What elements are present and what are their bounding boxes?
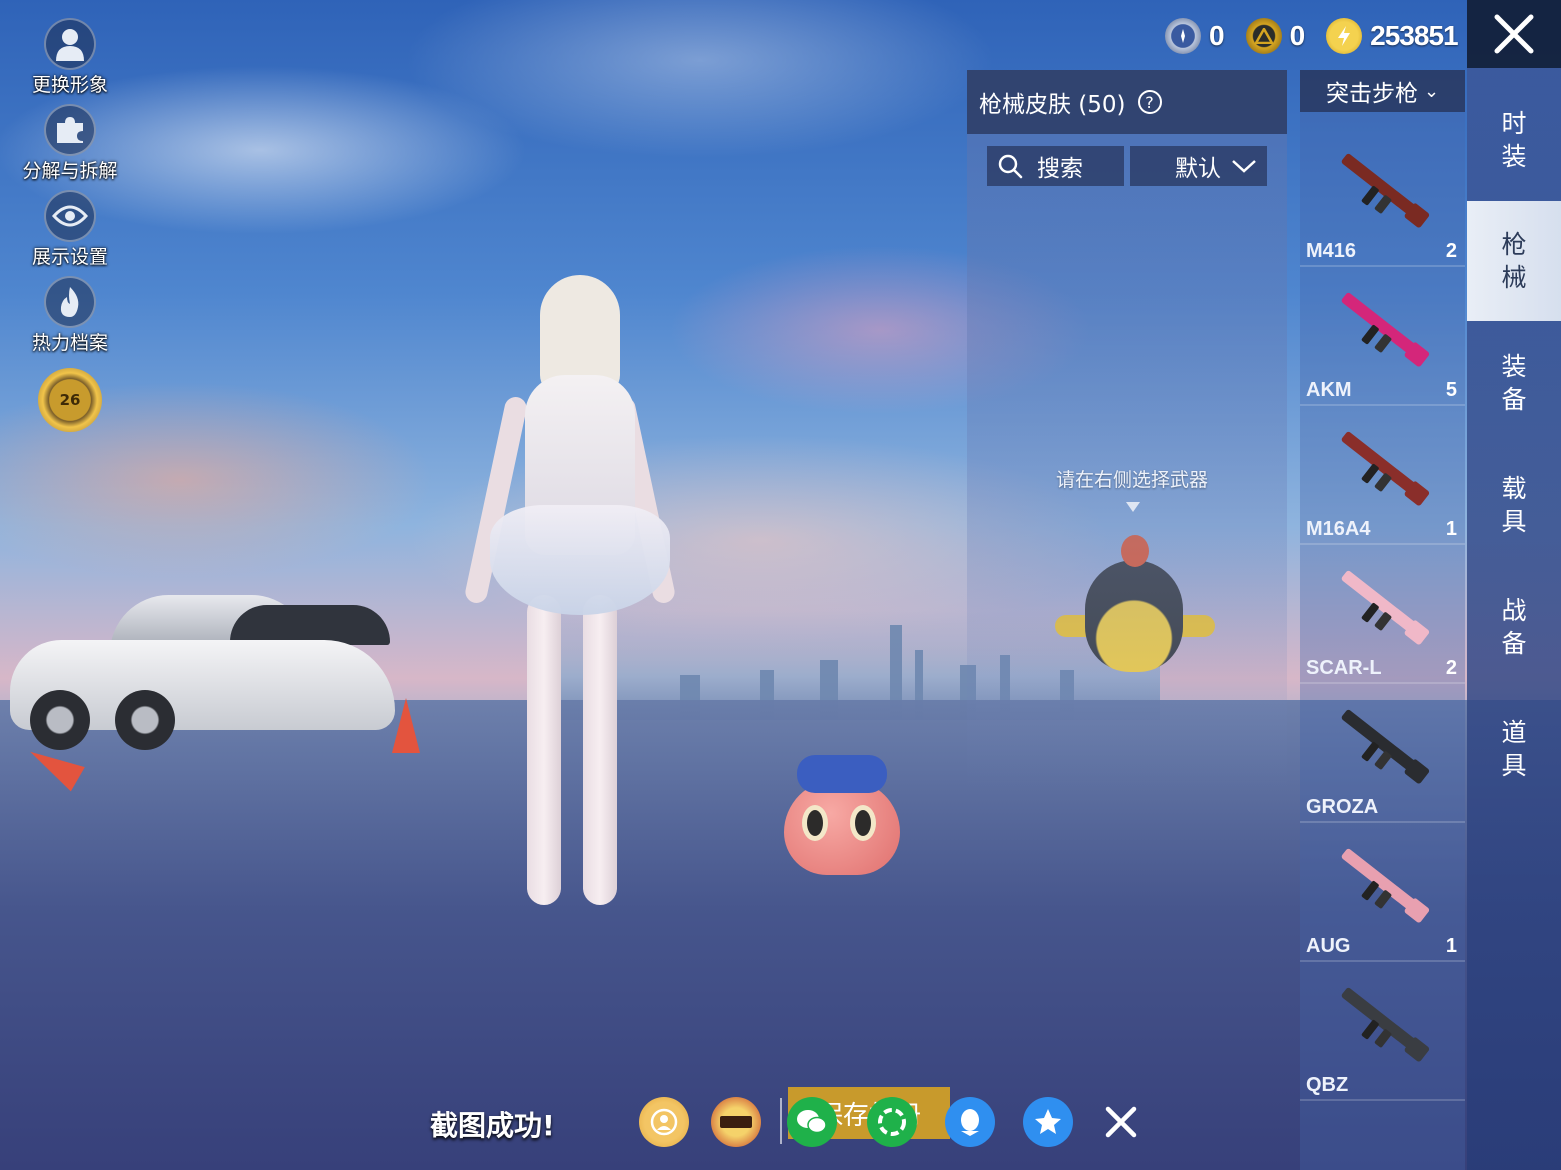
weapon-item[interactable]: QBZ (1300, 966, 1465, 1101)
panel-title: 枪械皮肤 (50) (979, 92, 1126, 118)
heping-friends-icon[interactable] (639, 1097, 689, 1147)
select-weapon-hint: 请在右侧选择武器 (1055, 469, 1208, 491)
weapon-image (1341, 709, 1430, 784)
weapon-image (1341, 987, 1430, 1062)
search-label: 搜索 (1037, 156, 1083, 182)
chevron-down-icon (1232, 160, 1256, 173)
wechat-icon[interactable] (787, 1097, 837, 1147)
display-settings-button[interactable]: 展示设置 (20, 190, 120, 270)
search-button[interactable]: 搜索 (987, 146, 1124, 186)
share-divider (780, 1098, 782, 1144)
lightning-coin-value: 253851 (1370, 20, 1458, 51)
close-icon (1105, 1106, 1137, 1138)
share-close-button[interactable] (1096, 1097, 1146, 1147)
panel-header: 枪械皮肤 (50) ? (967, 70, 1287, 134)
weapon-skin-panel: 枪械皮肤 (50) ? 搜索 默认 请在右侧选择武器 (967, 70, 1287, 790)
lightning-coin-icon (1326, 18, 1363, 54)
weapon-skin-count: 2 (1445, 657, 1457, 679)
weapon-item[interactable]: M16A4 1 (1300, 410, 1465, 545)
coupon-icon (1165, 18, 1201, 54)
heat-profile-button[interactable]: 热力档案 (20, 276, 120, 356)
weapon-image (1341, 570, 1430, 645)
weapon-name: M416 (1306, 240, 1357, 262)
currency-token[interactable]: 0 (1245, 18, 1306, 54)
currency-coupon[interactable]: 0 (1165, 18, 1225, 54)
weapon-list: 突击步枪 ⌄ M416 2 AKM 5 M16A4 1 SCAR-L 2 GROZA AUG 1 QB… (1300, 70, 1465, 1170)
tab-vehicles[interactable]: 载具 (1467, 445, 1561, 565)
weapon-item[interactable]: M416 2 (1300, 132, 1465, 267)
weapon-item[interactable]: SCAR-L 2 (1300, 549, 1465, 684)
weapon-name: M16A4 (1306, 518, 1371, 540)
weapon-item[interactable]: AKM 5 (1300, 271, 1465, 406)
game-logo-icon[interactable] (711, 1097, 761, 1147)
rank-level-text: 26 (59, 391, 81, 409)
player-character (455, 275, 685, 915)
weapon-skin-count: 5 (1445, 379, 1457, 401)
tab-items[interactable]: 道具 (1467, 689, 1561, 809)
sort-label: 默认 (1175, 156, 1221, 182)
close-button[interactable] (1467, 0, 1561, 68)
tab-fashion[interactable]: 时装 (1467, 80, 1561, 200)
qzone-icon[interactable] (1023, 1097, 1073, 1147)
weapon-name: AUG (1306, 935, 1351, 957)
weapon-name: GROZA (1306, 796, 1379, 818)
tab-firearms[interactable]: 枪械 (1467, 201, 1561, 321)
decompose-button[interactable]: 分解与拆解 (20, 104, 120, 184)
weapon-skin-count: 2 (1445, 240, 1457, 262)
tab-equipment[interactable]: 装备 (1467, 323, 1561, 443)
flame-icon (44, 276, 96, 328)
category-tabs: 时装 枪械 装备 载具 战备 道具 (1467, 68, 1561, 1170)
weapon-image (1341, 848, 1430, 923)
weapon-name: SCAR-L (1306, 657, 1382, 679)
octopus-pet (772, 755, 912, 895)
sort-dropdown[interactable]: 默认 (1130, 146, 1267, 186)
weapon-skin-count: 1 (1445, 935, 1457, 957)
weapon-item[interactable]: AUG 1 (1300, 827, 1465, 962)
weapon-image (1341, 431, 1430, 506)
chevron-down-icon: ⌄ (1423, 80, 1440, 102)
weapon-name: AKM (1306, 379, 1352, 401)
search-icon (998, 154, 1023, 179)
weapon-item[interactable]: GROZA (1300, 688, 1465, 823)
change-appearance-button[interactable]: 更换形象 (20, 18, 120, 98)
eye-icon (44, 190, 96, 242)
weapon-type-label: 突击步枪 (1325, 81, 1418, 107)
weapon-image (1341, 292, 1430, 367)
avatar-icon (44, 18, 96, 70)
currency-lightning[interactable]: 253851 (1326, 18, 1459, 54)
weapon-name: QBZ (1306, 1074, 1349, 1096)
hint-arrow (1126, 502, 1140, 512)
qq-icon[interactable] (945, 1097, 995, 1147)
traffic-cone (392, 698, 420, 753)
weapon-image (1341, 153, 1430, 228)
sports-car (10, 595, 395, 750)
share-bar: 截图成功! 保存相册 (0, 1080, 1300, 1170)
moments-icon[interactable] (867, 1097, 917, 1147)
help-icon[interactable]: ? (1137, 90, 1162, 114)
token-icon (1245, 18, 1282, 54)
tab-supplies[interactable]: 战备 (1467, 567, 1561, 687)
puzzle-icon (44, 104, 96, 156)
screenshot-success-text: 截图成功! (430, 1109, 555, 1142)
close-icon (1494, 14, 1534, 54)
weapon-skin-count: 1 (1445, 518, 1457, 540)
currency-bar: 0 0 253851 (1165, 14, 1480, 58)
coupon-value: 0 (1209, 20, 1225, 51)
rank-badge[interactable]: 26 (38, 368, 102, 432)
weapon-type-dropdown[interactable]: 突击步枪 ⌄ (1300, 70, 1465, 112)
token-value: 0 (1289, 20, 1306, 51)
